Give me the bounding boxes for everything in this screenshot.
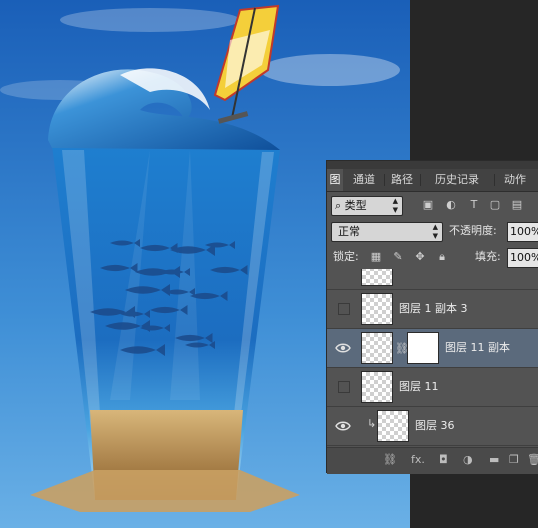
lock-label: 锁定: <box>333 250 359 263</box>
filter-smart-object-icon[interactable]: ▤ <box>510 198 524 212</box>
layer-row-selected[interactable]: ⛓ 图层 11 副本 <box>327 329 538 368</box>
new-layer-icon[interactable]: ❐ <box>509 453 519 467</box>
cloud <box>60 8 240 32</box>
filter-kind-value: 类型 <box>344 199 367 212</box>
layer-thumbnail <box>377 410 409 442</box>
layer-filter-row: ⌕ 类型 ▲ ▼ ▣ ◐ T ▢ ▤ <box>327 193 538 219</box>
lock-paint-icon[interactable]: ✎ <box>391 250 405 264</box>
stepper-arrows-icon: ▲ ▼ <box>392 197 398 214</box>
delete-layer-icon[interactable]: 🗑︎ <box>527 453 538 467</box>
blend-mode-dropdown[interactable]: 正常 ▲ ▼ <box>331 222 443 242</box>
filter-type-icon[interactable]: T <box>467 198 481 212</box>
layer-thumbnail <box>361 269 393 286</box>
fx-icon[interactable]: fx. <box>411 453 425 467</box>
tab-paths[interactable]: 路径 <box>385 169 419 191</box>
layer-name: 图层 1 副本 3 <box>399 302 468 315</box>
panel-collapse-bar[interactable] <box>327 161 538 169</box>
layer-name: 图层 11 <box>399 380 439 393</box>
add-mask-icon[interactable]: ◘ <box>439 453 448 467</box>
opacity-input[interactable]: 100% <box>507 222 538 242</box>
layer-thumbnail <box>361 332 393 364</box>
layer-thumbnail <box>361 293 393 325</box>
lock-all-icon[interactable]: 🔒︎ <box>435 250 449 264</box>
visibility-toggle[interactable] <box>338 303 350 315</box>
layers-panel: 图 通道 路径 历史记录 动作 ⌕ 类型 ▲ ▼ ▣ ◐ T ▢ ▤ 正常 ▲ ▼ … <box>326 160 538 474</box>
filter-pixel-icon[interactable]: ▣ <box>421 198 435 212</box>
new-group-icon[interactable]: ▬ <box>489 453 499 467</box>
search-icon: ⌕ <box>335 199 342 212</box>
layer-name: 图层 11 副本 <box>445 341 510 354</box>
lock-position-icon[interactable]: ✥ <box>413 250 427 264</box>
blend-row: 正常 ▲▼ 不透明度: 100% <box>327 219 538 245</box>
layer-row-partial[interactable] <box>327 269 538 290</box>
layer-thumbnail <box>361 371 393 403</box>
fill-input[interactable]: 100% <box>507 248 538 268</box>
lock-row: 锁定: ▦ ✎ ✥ 🔒︎ 填充: 100% <box>327 245 538 271</box>
tab-channels[interactable]: 通道 <box>345 169 383 191</box>
stepper-arrows-icon: ▲ ▼ <box>432 223 438 240</box>
layers-list: 图层 1 副本 3 ⛓ 图层 11 副本 图层 11 ↳ 图层 36 <box>327 269 538 447</box>
eye-icon[interactable] <box>335 418 351 434</box>
filter-kind-dropdown[interactable]: ⌕ 类型 ▲ ▼ <box>331 196 403 216</box>
blend-mode-value: 正常 <box>338 225 360 238</box>
opacity-label: 不透明度: <box>449 224 497 237</box>
link-layers-icon[interactable]: ⛓ <box>383 453 397 467</box>
filter-shape-icon[interactable]: ▢ <box>488 198 502 212</box>
tab-actions[interactable]: 动作 <box>495 169 535 191</box>
eye-icon[interactable] <box>335 340 351 356</box>
tab-history[interactable]: 历史记录 <box>421 169 493 191</box>
layers-footer: ⛓ fx. ◘ ◑ ▬ ❐ 🗑︎ <box>327 447 538 474</box>
panel-tab-bar: 图 通道 路径 历史记录 动作 <box>327 169 538 192</box>
layer-row[interactable]: 图层 11 <box>327 368 538 407</box>
layer-row[interactable]: 图层 1 副本 3 <box>327 290 538 329</box>
filter-adjustment-icon[interactable]: ◐ <box>444 198 458 212</box>
tab-layers[interactable]: 图 <box>327 169 343 191</box>
fill-label: 填充: <box>475 250 501 263</box>
lock-transparency-icon[interactable]: ▦ <box>369 250 383 264</box>
visibility-toggle[interactable] <box>338 381 350 393</box>
layer-name: 图层 36 <box>415 419 455 432</box>
layer-row[interactable]: ↳ 图层 36 <box>327 407 538 446</box>
clipping-arrow-icon: ↳ <box>367 417 377 430</box>
adjustment-layer-icon[interactable]: ◑ <box>463 453 473 467</box>
cloud <box>260 54 400 86</box>
layer-mask-thumbnail[interactable] <box>407 332 439 364</box>
